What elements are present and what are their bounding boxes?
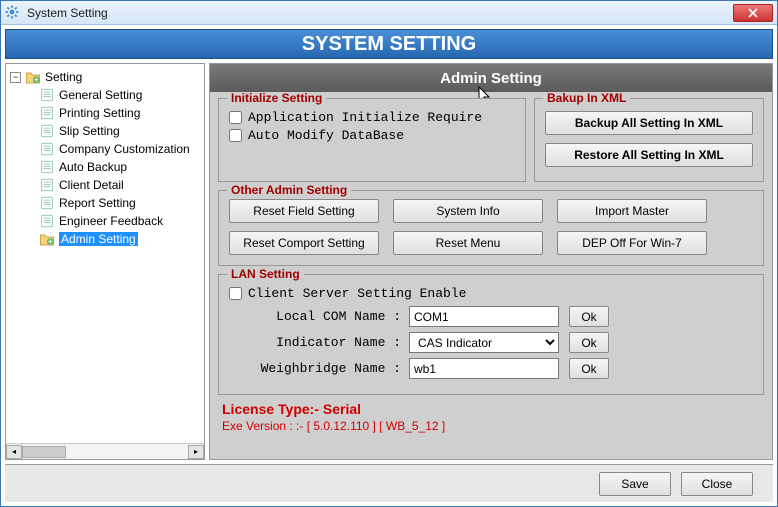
app-initialize-label: Application Initialize Require [248, 110, 482, 125]
reset-comport-button[interactable]: Reset Comport Setting [229, 231, 379, 255]
horizontal-scrollbar[interactable]: ◂ ▸ [6, 443, 204, 459]
restore-all-button[interactable]: Restore All Setting In XML [545, 143, 753, 167]
tree-item-label: Admin Setting [59, 232, 138, 246]
app-initialize-checkbox-row[interactable]: Application Initialize Require [229, 110, 515, 125]
client-server-checkbox-row[interactable]: Client Server Setting Enable [229, 286, 753, 301]
initialize-setting-group: Initialize Setting Application Initializ… [218, 98, 526, 182]
other-admin-legend: Other Admin Setting [227, 183, 351, 197]
tree-item-label: Printing Setting [59, 106, 140, 120]
tree-item-label: Slip Setting [59, 124, 120, 138]
license-type-text: License Type:- Serial [222, 401, 760, 417]
tree-item-icon [39, 87, 55, 103]
tree-item-slip-setting[interactable]: Slip Setting [22, 122, 202, 140]
indicator-name-label: Indicator Name : [229, 335, 409, 350]
tree-item-admin-setting[interactable]: Admin Setting [22, 230, 202, 248]
auto-modify-db-checkbox[interactable] [229, 129, 242, 142]
app-icon [5, 5, 21, 21]
weighbridge-input[interactable] [409, 358, 559, 379]
license-info: License Type:- Serial Exe Version : :- [… [218, 401, 764, 433]
tree-item-icon [39, 159, 55, 175]
local-com-label: Local COM Name : [229, 309, 409, 324]
section-title: Admin Setting [210, 64, 772, 92]
tree-item-company-customization[interactable]: Company Customization [22, 140, 202, 158]
tree-item-report-setting[interactable]: Report Setting [22, 194, 202, 212]
tree-item-icon [39, 123, 55, 139]
local-com-input[interactable] [409, 306, 559, 327]
tree-item-icon [39, 105, 55, 121]
auto-modify-db-checkbox-row[interactable]: Auto Modify DataBase [229, 128, 515, 143]
backup-legend: Bakup In XML [543, 92, 630, 105]
backup-all-button[interactable]: Backup All Setting In XML [545, 111, 753, 135]
indicator-ok-button[interactable]: Ok [569, 332, 609, 353]
content-panel: Admin Setting Initialize Setting Applica… [209, 63, 773, 460]
tree-item-label: Report Setting [59, 196, 136, 210]
tree-item-label: Client Detail [59, 178, 124, 192]
other-admin-group: Other Admin Setting Reset Field Setting … [218, 190, 764, 266]
tree-item-general-setting[interactable]: General Setting [22, 86, 202, 104]
tree-item-icon [39, 141, 55, 157]
backup-xml-group: Bakup In XML Backup All Setting In XML R… [534, 98, 764, 182]
reset-field-button[interactable]: Reset Field Setting [229, 199, 379, 223]
window-title: System Setting [27, 6, 733, 20]
scroll-thumb[interactable] [22, 446, 66, 458]
tree-item-icon [39, 177, 55, 193]
weighbridge-label: Weighbridge Name : [229, 361, 409, 376]
tree-item-icon [39, 195, 55, 211]
footer: Save Close [5, 464, 773, 502]
save-button[interactable]: Save [599, 472, 671, 496]
expander-icon[interactable]: − [10, 72, 21, 83]
lan-setting-group: LAN Setting Client Server Setting Enable… [218, 274, 764, 395]
tree-item-engineer-feedback[interactable]: Engineer Feedback [22, 212, 202, 230]
tree-root-label: Setting [45, 70, 82, 84]
initialize-legend: Initialize Setting [227, 92, 326, 105]
tree-item-printing-setting[interactable]: Printing Setting [22, 104, 202, 122]
weighbridge-ok-button[interactable]: Ok [569, 358, 609, 379]
tree-item-icon [39, 213, 55, 229]
app-initialize-checkbox[interactable] [229, 111, 242, 124]
dep-off-button[interactable]: DEP Off For Win-7 [557, 231, 707, 255]
client-server-label: Client Server Setting Enable [248, 286, 466, 301]
lan-legend: LAN Setting [227, 267, 304, 281]
reset-menu-button[interactable]: Reset Menu [393, 231, 543, 255]
tree-item-client-detail[interactable]: Client Detail [22, 176, 202, 194]
section-title-text: Admin Setting [440, 70, 542, 87]
tree-item-label: Auto Backup [59, 160, 127, 174]
settings-tree[interactable]: − Setting General Setting Printing Setting S… [6, 64, 204, 443]
tree-panel: − Setting General Setting Printing Setting S… [5, 63, 205, 460]
tree-item-auto-backup[interactable]: Auto Backup [22, 158, 202, 176]
tree-item-icon [39, 231, 55, 247]
folder-icon [25, 69, 41, 85]
scroll-left-button[interactable]: ◂ [6, 445, 22, 459]
scroll-right-button[interactable]: ▸ [188, 445, 204, 459]
exe-version-text: Exe Version : :- [ 5.0.12.110 ] [ WB_5_1… [222, 419, 760, 433]
close-button[interactable] [733, 4, 773, 22]
auto-modify-db-label: Auto Modify DataBase [248, 128, 404, 143]
tree-item-label: Engineer Feedback [59, 214, 163, 228]
indicator-name-select[interactable]: CAS Indicator [409, 332, 559, 353]
local-com-ok-button[interactable]: Ok [569, 306, 609, 327]
titlebar: System Setting [1, 1, 777, 25]
tree-root-setting[interactable]: − Setting [8, 68, 202, 86]
system-info-button[interactable]: System Info [393, 199, 543, 223]
import-master-button[interactable]: Import Master [557, 199, 707, 223]
tree-item-label: General Setting [59, 88, 142, 102]
page-header: SYSTEM SETTING [5, 29, 773, 59]
client-server-checkbox[interactable] [229, 287, 242, 300]
close-button-footer[interactable]: Close [681, 472, 753, 496]
tree-item-label: Company Customization [59, 142, 190, 156]
